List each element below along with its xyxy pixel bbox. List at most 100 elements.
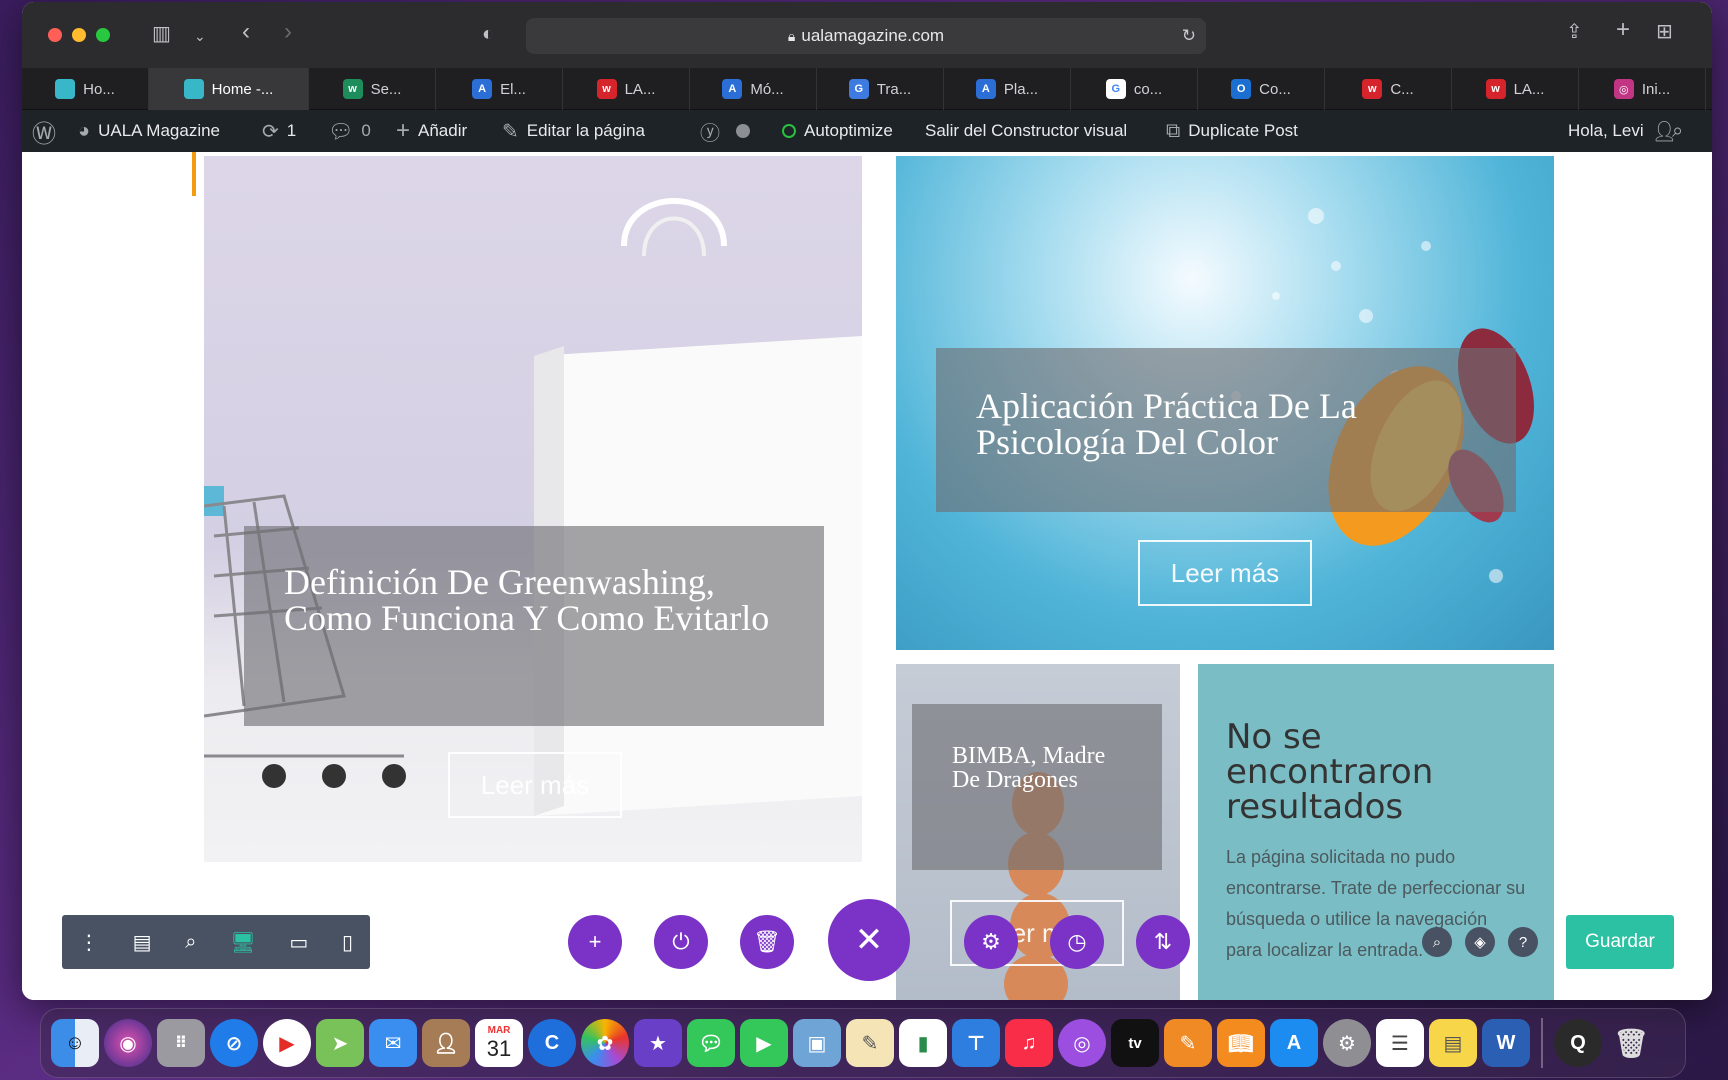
- wordpress-logo[interactable]: Ⓦ: [32, 110, 56, 152]
- layout-icon[interactable]: ▤: [133, 930, 152, 955]
- podcasts-icon[interactable]: ◎: [1058, 1019, 1106, 1067]
- browser-tab[interactable]: ◎ Ini...: [1579, 68, 1706, 110]
- trash-icon[interactable]: 🗑︎: [1607, 1019, 1655, 1067]
- more-options-icon[interactable]: ⋮: [79, 930, 99, 955]
- admin-search[interactable]: ⌕: [1672, 110, 1683, 152]
- lock-icon: 🔒︎: [787, 27, 796, 44]
- post-title[interactable]: Definición De Greenwashing, Como Funcion…: [284, 564, 804, 636]
- add-module-button[interactable]: +: [568, 915, 622, 969]
- find-module-button[interactable]: ⌕: [1422, 927, 1452, 957]
- sidebar-toggle-icon[interactable]: ▥: [152, 24, 171, 44]
- calendar-icon[interactable]: MAR 31: [475, 1019, 523, 1067]
- url-text: ualamagazine.com: [801, 26, 945, 45]
- post-title[interactable]: Aplicación Práctica De La Psicología Del…: [976, 388, 1496, 460]
- edit-page-link[interactable]: ✎ Editar la página: [502, 110, 645, 152]
- site-name-link[interactable]: ◕ UALA Magazine: [78, 110, 220, 152]
- back-icon[interactable]: ‹: [242, 20, 250, 44]
- textedit-icon[interactable]: ✎: [846, 1019, 894, 1067]
- yoast-link[interactable]: ⓨ: [700, 110, 750, 152]
- layers-button[interactable]: ◈: [1465, 927, 1495, 957]
- clear-layout-button[interactable]: 🗑︎: [740, 915, 794, 969]
- comments-count: 0: [361, 121, 371, 140]
- app-store-icon[interactable]: A: [1270, 1019, 1318, 1067]
- reorder-button[interactable]: ⇅: [1136, 915, 1190, 969]
- keynote-icon[interactable]: ⊤: [952, 1019, 1000, 1067]
- system-preferences-icon[interactable]: ⚙: [1323, 1019, 1371, 1067]
- save-button[interactable]: Guardar: [1566, 915, 1674, 969]
- browser-tab[interactable]: Ho...: [22, 68, 149, 110]
- duplicate-post-link[interactable]: ⧉ Duplicate Post: [1166, 110, 1298, 152]
- new-tab-icon[interactable]: +: [1616, 18, 1630, 42]
- tablet-view-icon[interactable]: ▭: [289, 930, 308, 955]
- maps-icon[interactable]: ➤: [316, 1019, 364, 1067]
- read-more-button[interactable]: Leer más: [1138, 540, 1312, 606]
- contacts-icon[interactable]: 👤︎: [422, 1019, 470, 1067]
- youtube-icon[interactable]: ▶: [263, 1019, 311, 1067]
- minimize-window-button[interactable]: [72, 28, 86, 42]
- post-title[interactable]: BIMBA, Madre De Dragones: [952, 744, 1132, 792]
- browser-tab[interactable]: w LA...: [1452, 68, 1579, 110]
- siri-icon[interactable]: ◉: [104, 1019, 152, 1067]
- word-icon[interactable]: W: [1482, 1019, 1530, 1067]
- music-icon[interactable]: ♫: [1005, 1019, 1053, 1067]
- canva-icon[interactable]: C: [528, 1019, 576, 1067]
- tab-label: Mó...: [750, 80, 784, 98]
- post-card-color-psychology[interactable]: Aplicación Práctica De La Psicología Del…: [896, 156, 1554, 650]
- tab-overview-icon[interactable]: ⊞: [1656, 22, 1673, 42]
- reload-icon[interactable]: ↻: [1182, 26, 1196, 46]
- preview-icon[interactable]: ▣: [793, 1019, 841, 1067]
- portability-button[interactable]: ⏻: [654, 915, 708, 969]
- browser-tab[interactable]: O Co...: [1198, 68, 1325, 110]
- books-icon[interactable]: 📖︎: [1217, 1019, 1265, 1067]
- history-button[interactable]: ◷: [1050, 915, 1104, 969]
- pencil-icon: ✎: [502, 120, 519, 143]
- shield-icon[interactable]: ◐: [482, 24, 494, 44]
- mail-icon[interactable]: ✉: [369, 1019, 417, 1067]
- zoom-icon[interactable]: ⌕: [185, 931, 196, 954]
- launchpad-icon[interactable]: ⠿: [157, 1019, 205, 1067]
- add-new-link[interactable]: + Añadir: [396, 110, 467, 152]
- page-settings-button[interactable]: ⚙: [964, 915, 1018, 969]
- desktop-view-icon[interactable]: 🖥︎: [230, 930, 255, 955]
- my-account-link[interactable]: Hola, Levi 👤︎: [1568, 110, 1677, 152]
- post-card-greenwashing[interactable]: Definición De Greenwashing, Como Funcion…: [204, 156, 862, 862]
- zoom-window-button[interactable]: [96, 28, 110, 42]
- exit-visual-builder-link[interactable]: Salir del Constructor visual: [925, 110, 1127, 152]
- browser-tab[interactable]: Home -...: [149, 68, 309, 110]
- share-icon[interactable]: ⇪: [1566, 22, 1583, 42]
- no-results-heading: No se encontraron resultados: [1226, 717, 1434, 827]
- browser-tab[interactable]: w C...: [1325, 68, 1452, 110]
- help-icon: ?: [1518, 933, 1528, 951]
- close-builder-button[interactable]: ✕: [828, 899, 910, 981]
- browser-tab[interactable]: Gco...: [1071, 68, 1198, 110]
- chevron-down-icon[interactable]: ⌄: [194, 26, 206, 46]
- phone-view-icon[interactable]: ▯: [342, 930, 353, 955]
- browser-tab[interactable]: w LA...: [563, 68, 690, 110]
- close-window-button[interactable]: [48, 28, 62, 42]
- browser-tab[interactable]: A El...: [436, 68, 563, 110]
- address-bar[interactable]: 🔒︎ ualamagazine.com ↻: [526, 18, 1206, 54]
- notes-icon[interactable]: ▤: [1429, 1019, 1477, 1067]
- facetime-icon[interactable]: ▶: [740, 1019, 788, 1067]
- numbers-icon[interactable]: ▮: [899, 1019, 947, 1067]
- reminders-icon[interactable]: ☰: [1376, 1019, 1424, 1067]
- browser-tab[interactable]: A Mó...: [690, 68, 817, 110]
- forward-icon[interactable]: ›: [284, 20, 292, 44]
- apple-tv-icon[interactable]: tv: [1111, 1019, 1159, 1067]
- browser-tab[interactable]: G Tra...: [817, 68, 944, 110]
- updates-link[interactable]: ⟳ 1: [262, 110, 296, 152]
- help-button[interactable]: ?: [1508, 927, 1538, 957]
- finder-icon[interactable]: ☺: [51, 1019, 99, 1067]
- w-icon: w: [342, 79, 363, 99]
- browser-tab[interactable]: A Pla...: [944, 68, 1071, 110]
- autoptimize-link[interactable]: Autoptimize: [782, 110, 893, 152]
- quicktime-icon[interactable]: Q: [1554, 1019, 1602, 1067]
- imovie-icon[interactable]: ★: [634, 1019, 682, 1067]
- photos-icon[interactable]: ✿: [581, 1019, 629, 1067]
- safari-icon[interactable]: ⊘: [210, 1019, 258, 1067]
- browser-tab[interactable]: w Se...: [309, 68, 436, 110]
- comments-link[interactable]: 💬︎ 0: [328, 110, 371, 152]
- read-more-button[interactable]: Leer más: [448, 752, 622, 818]
- messages-icon[interactable]: 💬︎: [687, 1019, 735, 1067]
- pages-icon[interactable]: ✎: [1164, 1019, 1212, 1067]
